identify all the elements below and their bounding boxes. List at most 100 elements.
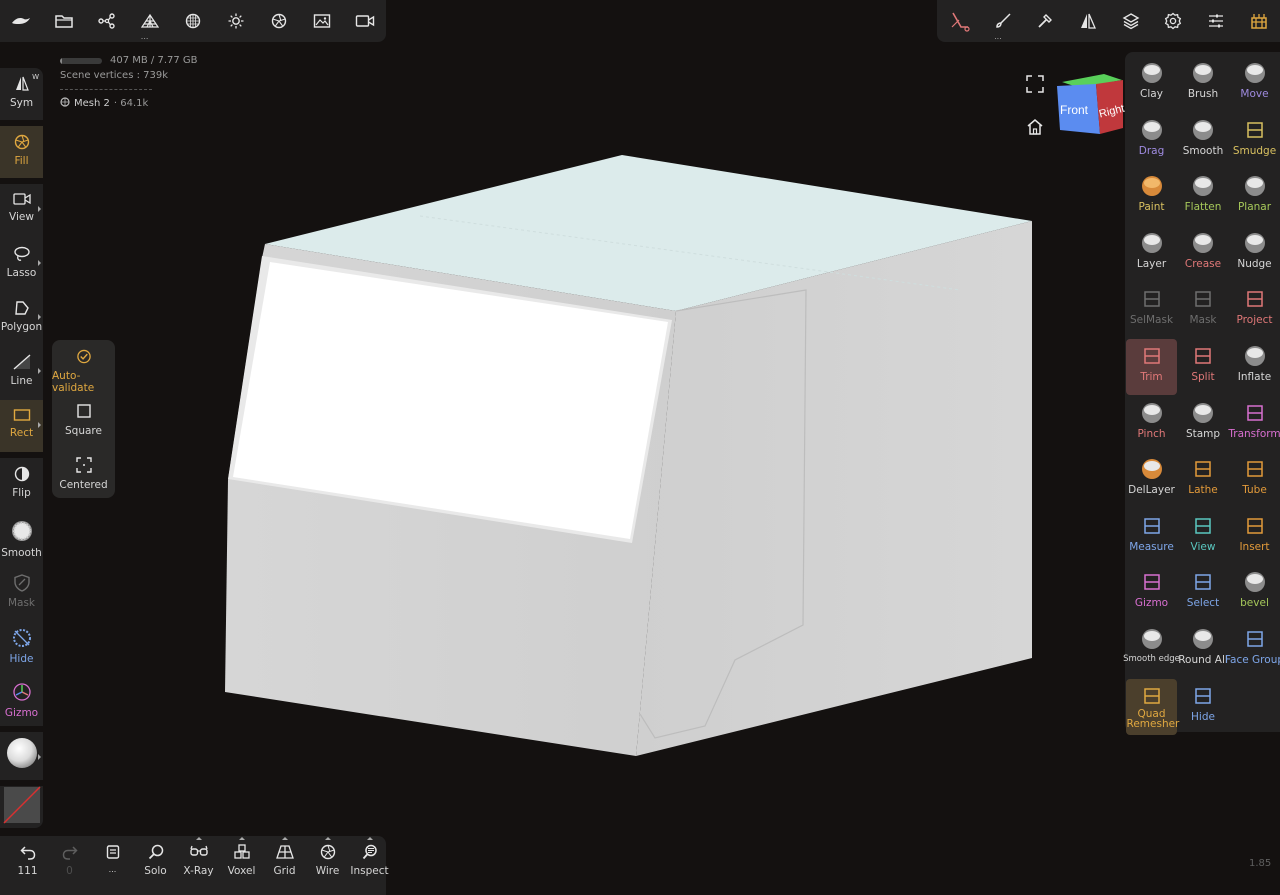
view-button[interactable]: View — [0, 184, 43, 236]
tool-bevel[interactable]: bevel — [1229, 565, 1280, 621]
background-button[interactable] — [300, 0, 343, 42]
solo-button[interactable]: Solo — [134, 836, 177, 895]
check-circle-icon — [76, 349, 91, 364]
tool-stamp[interactable]: Stamp — [1178, 396, 1229, 452]
tool-planar[interactable]: Planar — [1229, 169, 1280, 225]
tool-move[interactable]: Move — [1229, 56, 1280, 112]
postprocess-button[interactable] — [257, 0, 300, 42]
tool-label: Move — [1240, 88, 1269, 100]
flip-button[interactable]: Flip — [0, 458, 43, 510]
tool-brush[interactable]: Brush — [1178, 56, 1229, 112]
tool-smooth-edge[interactable]: Smooth edge — [1123, 622, 1180, 678]
current-tool-button[interactable] — [939, 0, 982, 42]
grid-button[interactable]: Grid — [263, 836, 306, 895]
hide-pattern-icon — [12, 629, 31, 647]
layer-icon — [1141, 232, 1162, 253]
tool-clay[interactable]: Clay — [1126, 56, 1177, 112]
paint-button[interactable]: ... — [982, 0, 1025, 42]
tool-label: Quad Remesher — [1126, 707, 1180, 730]
inspect-button[interactable]: Inspect — [348, 836, 391, 895]
lighting-button[interactable] — [214, 0, 257, 42]
auto-validate-toggle[interactable]: Auto-validate — [52, 340, 115, 394]
tool-measure[interactable]: Measure — [1126, 509, 1177, 565]
tool-pinch[interactable]: Pinch — [1126, 396, 1177, 452]
tool-face-group[interactable]: Face Group — [1225, 622, 1280, 678]
layers-button[interactable] — [1110, 0, 1153, 42]
smudge-icon — [1246, 121, 1263, 138]
tool-layer[interactable]: Layer — [1126, 226, 1177, 282]
tool-mask[interactable]: Mask — [1178, 282, 1229, 338]
tool-round-all[interactable]: Round All — [1178, 622, 1229, 678]
topology-button[interactable]: ... — [129, 0, 172, 42]
smooth-toggle[interactable]: Smooth — [0, 512, 43, 564]
symmetry-toggle[interactable]: Sym W — [0, 68, 43, 120]
centered-toggle[interactable]: Centered — [52, 448, 115, 502]
files-button[interactable] — [43, 0, 86, 42]
tool-quad-remesher[interactable]: Quad Remesher — [1126, 678, 1180, 735]
mesh-name[interactable]: Mesh 2 — [74, 98, 110, 109]
stroke-button[interactable] — [1024, 0, 1067, 42]
polygon-expand-arrow — [38, 314, 41, 320]
tool-transform[interactable]: Transform — [1228, 396, 1280, 452]
line-button[interactable]: Line — [0, 346, 43, 398]
tool-label: Clay — [1140, 88, 1163, 100]
tool-dellayer[interactable]: DelLayer — [1126, 452, 1177, 508]
tool-tube[interactable]: Tube — [1229, 452, 1280, 508]
tool-crease[interactable]: Crease — [1178, 226, 1229, 282]
wire-button[interactable]: Wire — [306, 836, 349, 895]
tool-insert[interactable]: Insert — [1229, 509, 1280, 565]
gizmo-toggle[interactable]: Gizmo — [0, 674, 43, 726]
tool-hide[interactable]: Hide — [1178, 679, 1229, 735]
tool-smudge[interactable]: Smudge — [1229, 113, 1280, 169]
settings-button[interactable] — [1152, 0, 1195, 42]
tool-drag[interactable]: Drag — [1126, 113, 1177, 169]
fullscreen-button[interactable] — [1026, 75, 1044, 97]
tool-flatten[interactable]: Flatten — [1178, 169, 1229, 225]
tool-label: Nudge — [1237, 257, 1272, 270]
tool-smooth[interactable]: Smooth — [1178, 113, 1229, 169]
undo-button[interactable]: 111 — [6, 836, 49, 895]
redo-button[interactable]: 0 — [48, 836, 91, 895]
lasso-button[interactable]: Lasso — [0, 238, 43, 290]
material-button[interactable] — [172, 0, 215, 42]
nomad-logo-button[interactable] — [0, 0, 43, 42]
split-icon — [1195, 348, 1211, 364]
scene-vertices: Scene vertices : 739k — [60, 70, 169, 81]
mesh-box — [225, 155, 1032, 756]
scene-button[interactable] — [86, 0, 129, 42]
project-icon — [1246, 291, 1263, 308]
mask-toggle[interactable]: Mask — [0, 566, 43, 618]
tool-view[interactable]: View — [1178, 509, 1229, 565]
polygon-button[interactable]: Polygon — [0, 292, 43, 344]
square-toggle[interactable]: Square — [52, 394, 115, 448]
camera-button[interactable] — [343, 0, 386, 42]
symmetry-button[interactable] — [1067, 0, 1110, 42]
tool-select[interactable]: Select — [1178, 565, 1229, 621]
color-swatch-button[interactable] — [0, 786, 43, 828]
home-view-button[interactable] — [1026, 118, 1044, 140]
sliders-button[interactable] — [1195, 0, 1238, 42]
tool-lathe[interactable]: Lathe — [1178, 452, 1229, 508]
tool-label: Flatten — [1184, 201, 1222, 214]
rect-button[interactable]: Rect — [0, 400, 43, 452]
tool-paint[interactable]: Paint — [1126, 169, 1177, 225]
fill-button[interactable]: Fill — [0, 126, 43, 178]
more-button[interactable]: ... — [91, 836, 134, 895]
top-left-toolbar: ... — [0, 0, 386, 42]
tool-split[interactable]: Split — [1178, 339, 1229, 395]
material-preview-button[interactable] — [0, 732, 43, 780]
rect-expand-arrow — [38, 422, 41, 428]
tool-project[interactable]: Project — [1229, 282, 1280, 338]
tool-selmask[interactable]: SelMask — [1126, 282, 1177, 338]
hide-toggle[interactable]: Hide — [0, 620, 43, 672]
crease-icon — [1193, 232, 1213, 253]
tool-gizmo[interactable]: Gizmo — [1126, 565, 1177, 621]
voxel-button[interactable]: Voxel — [220, 836, 263, 895]
xray-button[interactable]: X-Ray — [177, 836, 220, 895]
navigation-cube[interactable]: Front Right — [1052, 70, 1128, 138]
tool-nudge[interactable]: Nudge — [1229, 226, 1280, 282]
interface-button[interactable] — [1237, 0, 1280, 42]
tool-inflate[interactable]: Inflate — [1229, 339, 1280, 395]
voxel-label: Voxel — [227, 865, 256, 877]
tool-trim[interactable]: Trim — [1126, 339, 1177, 395]
